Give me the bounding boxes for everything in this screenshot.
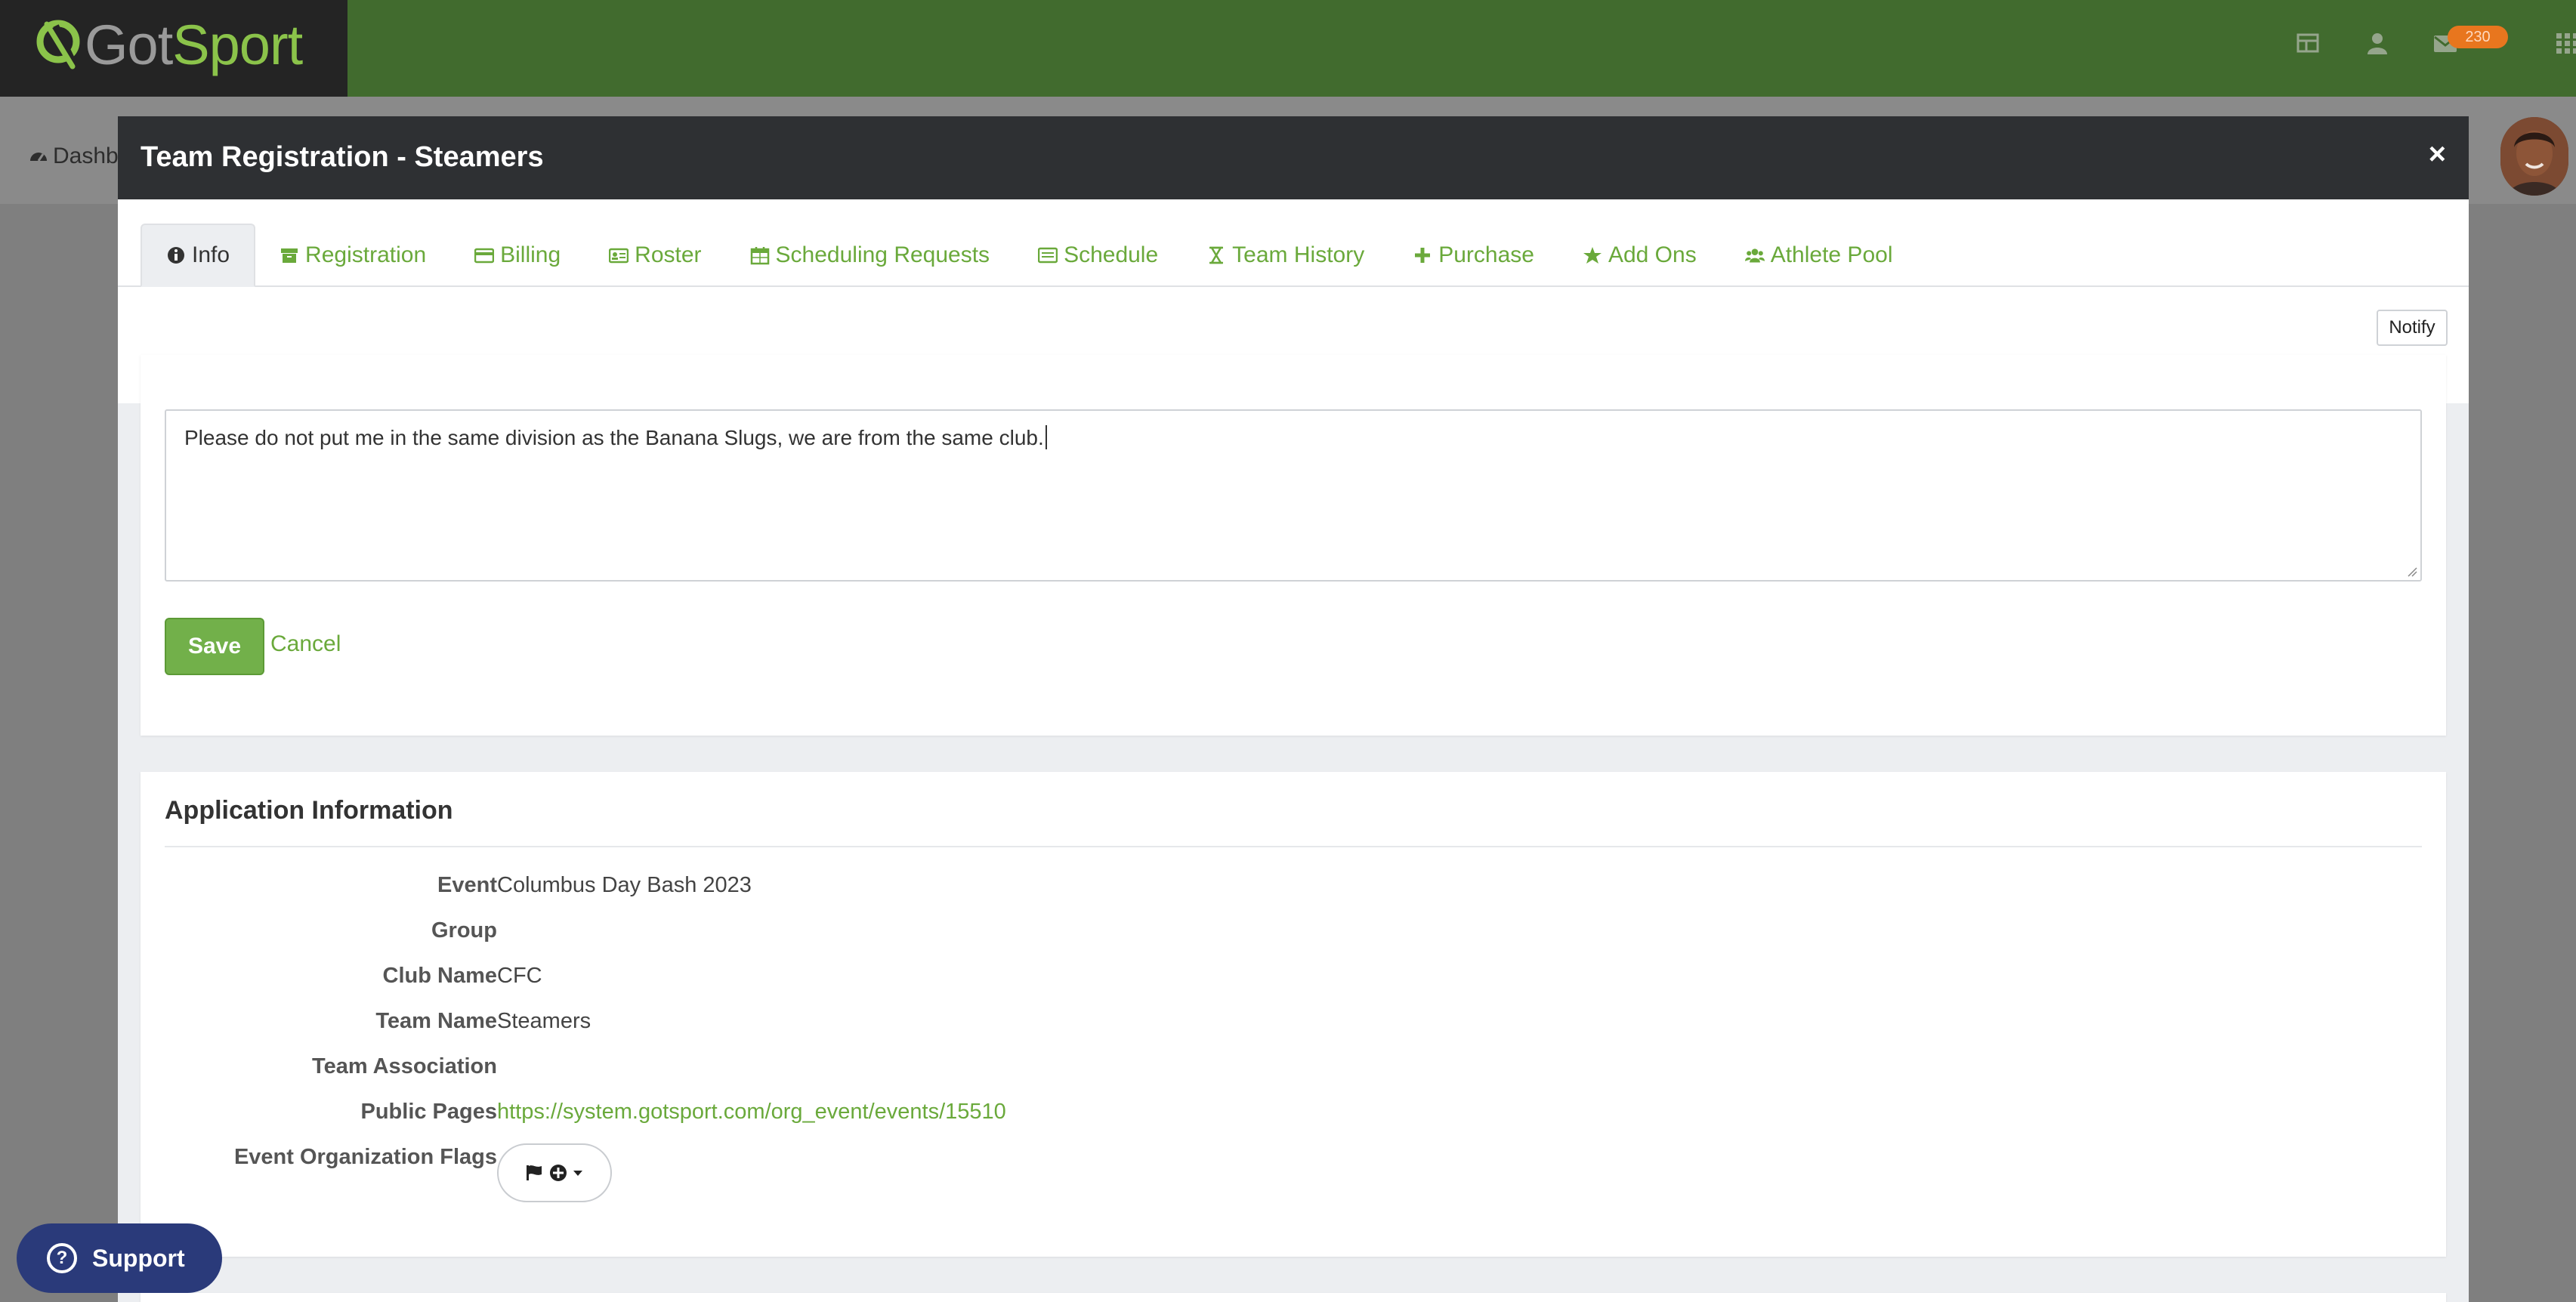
tab-info-label: Info [192,242,230,267]
plus-circle-icon [550,1165,567,1181]
tab-list: Info Registration Billing Roster Schedul… [141,224,1917,287]
support-label: Support [92,1244,185,1272]
field-label-group: Group [431,918,497,943]
application-information-panel: Application Information Event Columbus D… [141,772,2446,1257]
field-label-club-name: Club Name [382,964,497,988]
tab-billing[interactable]: Billing [450,224,585,287]
id-card-icon [609,248,629,264]
modal-title: Team Registration - Steamers [141,141,544,173]
logo-icon [36,20,80,69]
field-value-team-name: Steamers [497,1009,591,1033]
public-pages-link[interactable]: https://system.gotsport.com/org_event/ev… [497,1100,1006,1125]
tab-roster[interactable]: Roster [585,224,725,287]
close-icon[interactable]: × [2429,137,2446,171]
users-icon [1744,248,1765,263]
nav-dashboard-label: Dashb [53,143,119,168]
field-label-event: Event [437,873,497,897]
grid-icon[interactable] [2295,30,2321,56]
notes-panel: Please do not put me in the same divisio… [141,355,2446,736]
field-value-event: Columbus Day Bash 2023 [497,873,752,897]
tab-billing-label: Billing [500,242,561,267]
notes-text: Please do not put me in the same divisio… [184,426,1044,449]
flag-icon [527,1165,542,1180]
field-label-team-association: Team Association [312,1054,497,1078]
tabs-container: Info Registration Billing Roster Schedul… [118,199,2469,288]
apps-icon[interactable] [2555,30,2576,56]
star-icon [1583,247,1602,264]
text-cursor [1045,425,1047,449]
notes-textarea[interactable]: Please do not put me in the same divisio… [165,409,2422,582]
tab-purchase[interactable]: Purchase [1388,224,1558,287]
save-button[interactable]: Save [165,618,264,675]
message-count-badge: 230 [2448,26,2508,48]
gotsport-logo[interactable]: GotSport [0,0,347,97]
hourglass-icon [1209,246,1224,264]
info-icon [168,247,184,264]
resize-handle-icon[interactable] [2407,566,2417,577]
top-navbar: GotSport 230 [0,0,2576,97]
nav-dashboard[interactable]: Dashb [29,143,119,169]
notify-button[interactable]: Notify [2377,310,2448,346]
tab-add-ons[interactable]: Add Ons [1558,224,1721,287]
tab-athlete-pool[interactable]: Athlete Pool [1721,224,1917,287]
plus-icon [1415,248,1431,263]
list-icon [1038,247,1058,264]
tab-purchase-label: Purchase [1438,242,1534,267]
tab-registration-label: Registration [305,242,427,267]
tab-registration[interactable]: Registration [255,224,450,287]
logo-wordmark: GotSport [85,14,303,76]
support-button[interactable]: ? Support [17,1223,222,1293]
tab-schedule-label: Schedule [1064,242,1159,267]
tab-add-ons-label: Add Ons [1608,242,1697,267]
cancel-link[interactable]: Cancel [270,631,341,657]
section-title: Application Information [165,796,453,825]
field-label-event-organization-flags: Event Organization Flags [233,1145,497,1169]
flags-dropdown-button[interactable] [497,1143,612,1202]
field-label-public-pages: Public Pages [360,1100,497,1124]
section-divider [165,846,2422,847]
credit-card-icon [474,248,495,264]
tab-info[interactable]: Info [141,224,256,287]
field-label-team-name: Team Name [375,1009,497,1033]
question-icon: ? [47,1243,77,1273]
tab-scheduling-requests-label: Scheduling Requests [775,242,990,267]
tab-schedule[interactable]: Schedule [1014,224,1182,287]
caret-down-icon [573,1171,582,1176]
calendar-icon [750,247,769,265]
user-icon[interactable] [2364,30,2390,56]
archive-icon [281,248,298,263]
tab-athlete-pool-label: Athlete Pool [1770,242,1893,267]
avatar[interactable] [2500,117,2568,196]
tab-roster-label: Roster [635,242,702,267]
next-panel [141,1293,2446,1302]
dashboard-icon [30,153,47,162]
tab-team-history[interactable]: Team History [1182,224,1388,287]
tab-team-history-label: Team History [1232,242,1365,267]
modal-header: Team Registration - Steamers × [118,116,2469,199]
field-value-club-name: CFC [497,964,542,988]
tab-scheduling-requests[interactable]: Scheduling Requests [726,224,1015,287]
